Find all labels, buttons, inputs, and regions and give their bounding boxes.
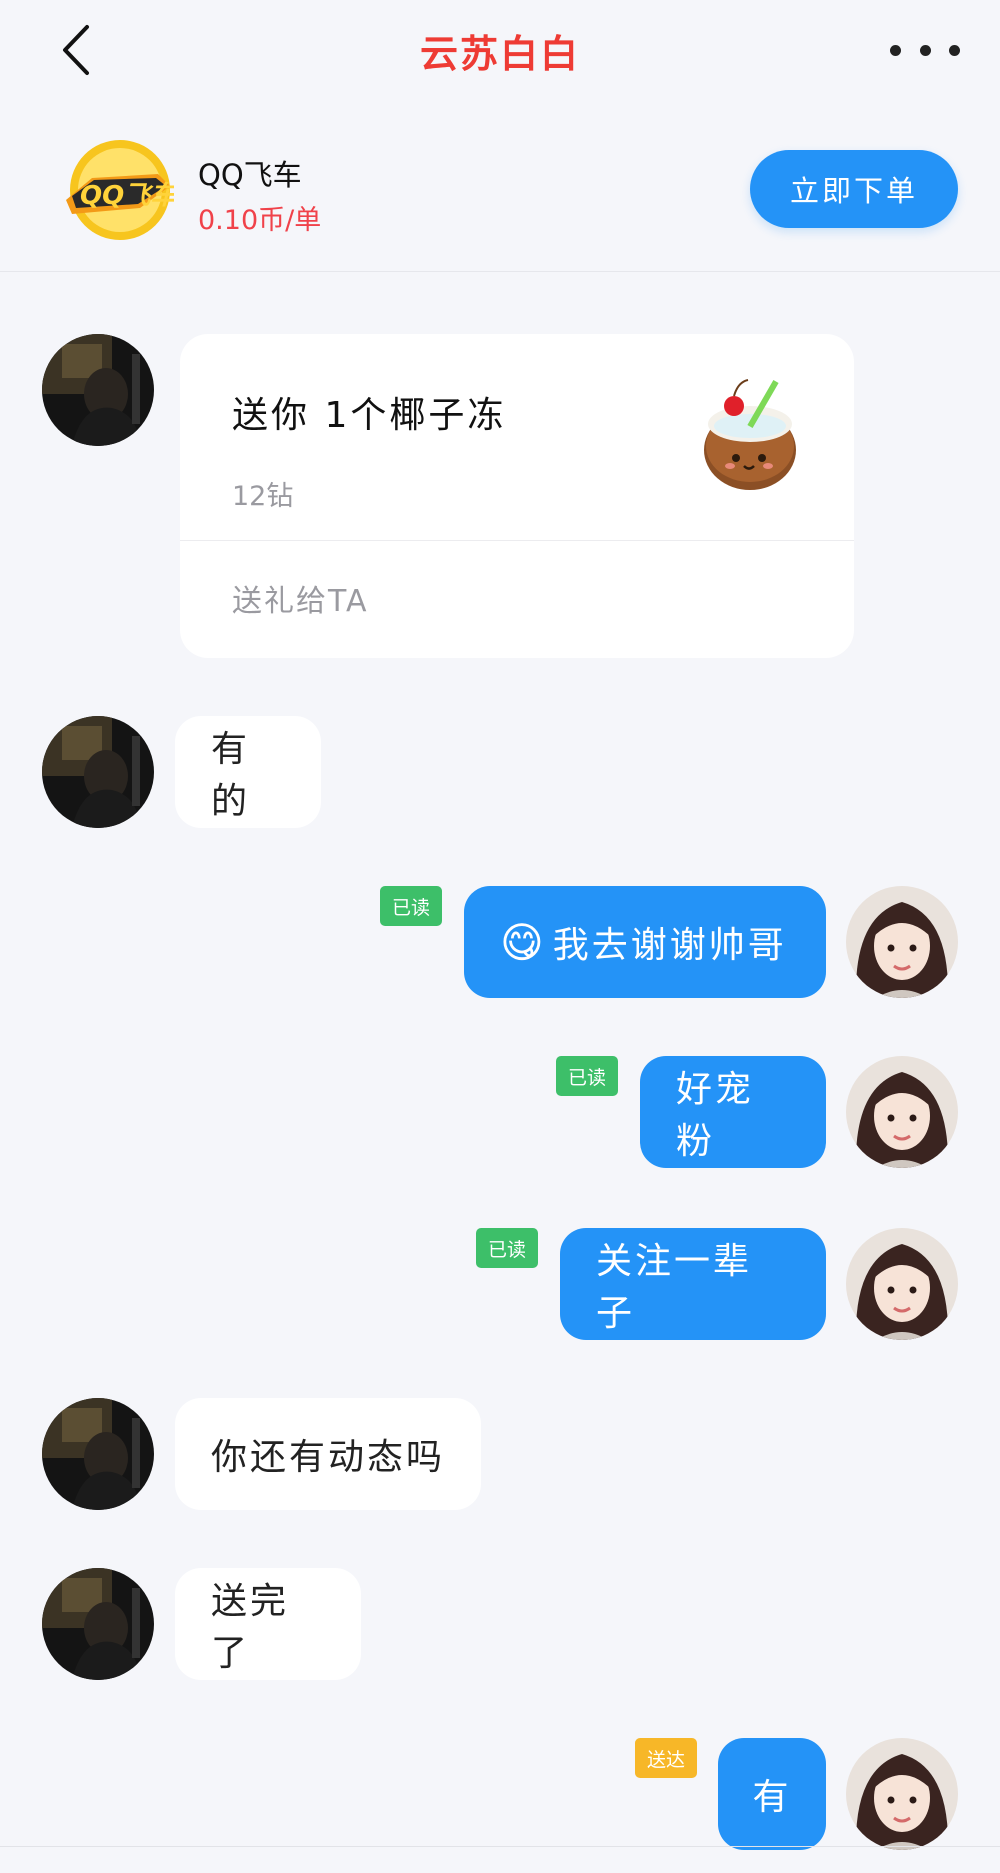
product-name: QQ飞车 <box>198 158 302 192</box>
message-bubble[interactable]: 好宠粉 <box>640 1056 826 1168</box>
read-status-badge: 已读 <box>380 886 442 926</box>
read-status-badge: 已读 <box>556 1056 618 1096</box>
message-bubble[interactable]: 😋 我去谢谢帅哥 <box>464 886 826 998</box>
divider <box>0 1846 1000 1847</box>
my-avatar[interactable] <box>846 1056 958 1168</box>
message-bubble[interactable]: 关注一辈子 <box>560 1228 826 1340</box>
avatar[interactable] <box>42 334 154 446</box>
message-bubble[interactable]: 有 <box>718 1738 826 1850</box>
coconut-jelly-icon <box>692 372 812 492</box>
message-text: 有 <box>752 1777 792 1818</box>
more-options-button[interactable] <box>890 30 960 70</box>
gift-title: 送你 1个椰子冻 <box>232 395 507 436</box>
delivered-status-badge: 送达 <box>635 1738 697 1778</box>
svg-text:QQ飞车: QQ飞车 <box>80 181 174 211</box>
gift-price: 12钻 <box>232 481 294 512</box>
chat-title: 云苏白白 <box>419 31 580 76</box>
message-text: 关注一辈子 <box>596 1241 753 1334</box>
qq-speed-logo-icon: QQ飞车 <box>62 138 180 242</box>
message-bubble[interactable]: 送完了 <box>175 1568 361 1680</box>
emoji-icon: 😋 <box>500 917 547 967</box>
product-price: 0.10币/单 <box>198 205 322 236</box>
message-bubble[interactable]: 你还有动态吗 <box>175 1398 481 1510</box>
divider <box>180 540 854 541</box>
my-avatar[interactable] <box>846 1228 958 1340</box>
chevron-left-icon <box>63 25 89 75</box>
send-gift-link[interactable]: 送礼给TA <box>232 576 369 620</box>
avatar[interactable] <box>42 1398 154 1510</box>
my-avatar[interactable] <box>846 886 958 998</box>
avatar[interactable] <box>42 1568 154 1680</box>
message-text: 你还有动态吗 <box>211 1437 446 1478</box>
message-text: 送完了 <box>211 1581 290 1674</box>
message-text: 好宠粉 <box>676 1069 755 1162</box>
top-bar: 云苏白白 <box>0 0 1000 100</box>
message-text: 有的 <box>211 729 251 822</box>
gift-card[interactable]: 送你 1个椰子冻 12钻 送礼给TA <box>180 334 854 658</box>
back-button[interactable] <box>56 20 96 80</box>
read-status-badge: 已读 <box>476 1228 538 1268</box>
order-now-button[interactable]: 立即下单 <box>750 150 958 228</box>
ellipsis-dot <box>949 44 960 56</box>
ellipsis-dot <box>919 44 931 56</box>
ellipsis-icon <box>890 44 901 56</box>
my-avatar[interactable] <box>846 1738 958 1850</box>
avatar[interactable] <box>42 716 154 828</box>
product-card[interactable]: QQ飞车 QQ飞车 0.10币/单 立即下单 <box>0 100 1000 272</box>
message-text: 我去谢谢帅哥 <box>552 925 787 966</box>
message-bubble[interactable]: 有的 <box>175 716 321 828</box>
